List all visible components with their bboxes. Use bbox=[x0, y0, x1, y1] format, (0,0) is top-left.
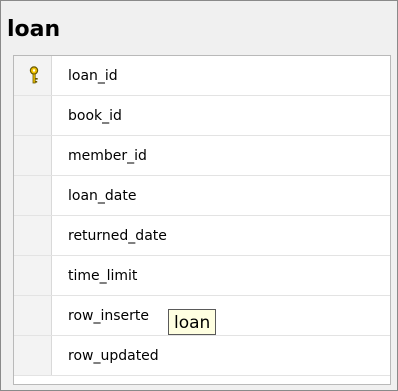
row-selector[interactable] bbox=[14, 296, 52, 335]
table-title: loan bbox=[7, 17, 61, 42]
key-icon bbox=[29, 66, 39, 84]
column-name: row_inserte bbox=[68, 308, 149, 324]
row-selector[interactable] bbox=[14, 216, 52, 255]
column-name: member_id bbox=[68, 148, 147, 164]
column-row[interactable]: row_updated bbox=[14, 336, 390, 376]
column-name: time_limit bbox=[68, 268, 138, 284]
column-row[interactable]: time_limit bbox=[14, 256, 390, 296]
column-name: book_id bbox=[68, 108, 122, 124]
column-row[interactable]: member_id bbox=[14, 136, 390, 176]
column-row[interactable]: returned_date bbox=[14, 216, 390, 256]
column-name: row_updated bbox=[68, 348, 159, 364]
row-selector[interactable] bbox=[14, 96, 52, 135]
row-selector[interactable] bbox=[14, 136, 52, 175]
row-selector[interactable] bbox=[14, 256, 52, 295]
tooltip: loan bbox=[168, 309, 217, 335]
column-name: loan_date bbox=[68, 188, 137, 204]
column-name: loan_id bbox=[68, 68, 118, 84]
column-name: returned_date bbox=[68, 228, 167, 244]
table-designer-window: loan loan_id book_id member_id loan_date… bbox=[0, 0, 398, 391]
column-row[interactable]: book_id bbox=[14, 96, 390, 136]
row-selector[interactable] bbox=[14, 56, 52, 95]
column-row[interactable]: loan_date bbox=[14, 176, 390, 216]
row-selector[interactable] bbox=[14, 176, 52, 215]
column-row[interactable]: loan_id bbox=[14, 56, 390, 96]
row-selector[interactable] bbox=[14, 336, 52, 375]
